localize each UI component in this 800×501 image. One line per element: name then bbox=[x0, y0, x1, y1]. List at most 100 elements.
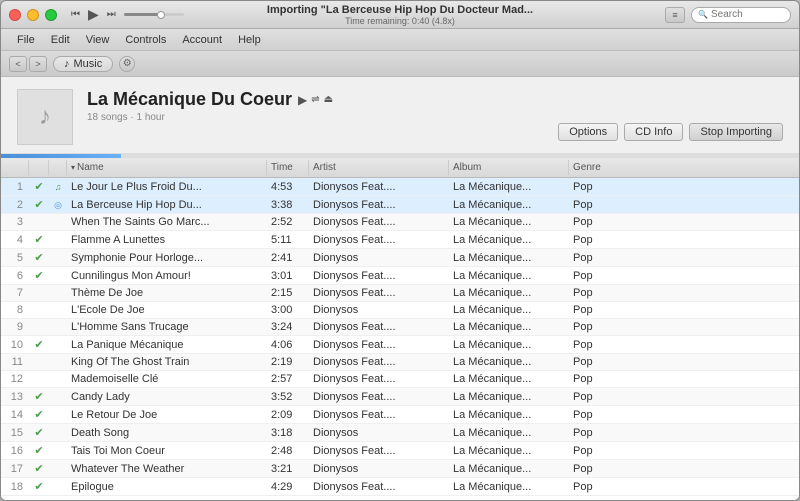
track-genre: Pop bbox=[569, 302, 629, 318]
track-number: 9 bbox=[1, 319, 29, 335]
track-artist: Dionysos Feat.... bbox=[309, 389, 449, 405]
track-name: La Panique Mécanique bbox=[67, 337, 267, 353]
volume-slider[interactable] bbox=[124, 13, 184, 16]
track-album: La Mécanique... bbox=[449, 479, 569, 495]
track-artist: Dionysos Feat.... bbox=[309, 268, 449, 284]
track-list: 1 ✔ ♫ Le Jour Le Plus Froid Du... 4:53 D… bbox=[1, 178, 799, 496]
track-status bbox=[29, 325, 49, 329]
track-artist: Dionysos Feat.... bbox=[309, 319, 449, 335]
table-row[interactable]: 1 ✔ ♫ Le Jour Le Plus Froid Du... 4:53 D… bbox=[1, 178, 799, 196]
table-row[interactable]: 10 ✔ La Panique Mécanique 4:06 Dionysos … bbox=[1, 336, 799, 354]
track-time: 2:57 bbox=[267, 371, 309, 387]
table-row[interactable]: 12 Mademoiselle Clé 2:57 Dionysos Feat..… bbox=[1, 371, 799, 388]
search-input[interactable] bbox=[711, 9, 781, 20]
track-number: 1 bbox=[1, 179, 29, 195]
play-button[interactable]: ▶ bbox=[86, 4, 101, 25]
track-number: 14 bbox=[1, 407, 29, 423]
table-row[interactable]: 15 ✔ Death Song 3:18 Dionysos La Mécaniq… bbox=[1, 424, 799, 442]
table-row[interactable]: 2 ✔ ◎ La Berceuse Hip Hop Du... 3:38 Dio… bbox=[1, 196, 799, 214]
track-time: 2:15 bbox=[267, 285, 309, 301]
table-row[interactable]: 16 ✔ Tais Toi Mon Coeur 2:48 Dionysos Fe… bbox=[1, 442, 799, 460]
menu-view[interactable]: View bbox=[78, 34, 118, 46]
track-artist: Dionysos bbox=[309, 461, 449, 477]
track-time: 2:09 bbox=[267, 407, 309, 423]
col-num bbox=[1, 160, 29, 175]
rewind-button[interactable]: ⏮ bbox=[69, 7, 82, 22]
album-shuffle-button[interactable]: ⇌ bbox=[311, 94, 319, 105]
check-icon: ✔ bbox=[34, 234, 43, 246]
track-table[interactable]: ▾ Name Time Artist Album Genre 1 ✔ ♫ Le … bbox=[1, 158, 799, 500]
track-album: La Mécanique... bbox=[449, 425, 569, 441]
track-genre: Pop bbox=[569, 179, 629, 195]
check-icon: ✔ bbox=[34, 199, 43, 211]
table-row[interactable]: 14 ✔ Le Retour De Joe 2:09 Dionysos Feat… bbox=[1, 406, 799, 424]
back-button[interactable]: < bbox=[9, 56, 27, 72]
search-box[interactable]: 🔍 bbox=[691, 7, 791, 23]
track-import-status bbox=[49, 325, 67, 329]
table-row[interactable]: 3 When The Saints Go Marc... 2:52 Dionys… bbox=[1, 214, 799, 231]
forward-button-nav[interactable]: > bbox=[29, 56, 47, 72]
forward-button[interactable]: ⏭ bbox=[105, 7, 118, 22]
album-header: ♪ La Mécanique Du Coeur ▶ ⇌ ⏏ 18 songs ·… bbox=[1, 77, 799, 154]
wave-icon: ♫ bbox=[55, 182, 62, 192]
menu-help[interactable]: Help bbox=[230, 34, 269, 46]
track-artist: Dionysos Feat.... bbox=[309, 443, 449, 459]
track-import-status bbox=[49, 449, 67, 453]
track-name: When The Saints Go Marc... bbox=[67, 214, 267, 230]
track-status: ✔ bbox=[29, 460, 49, 477]
search-icon: 🔍 bbox=[698, 10, 708, 19]
col-name[interactable]: ▾ Name bbox=[67, 160, 267, 175]
table-row[interactable]: 11 King Of The Ghost Train 2:19 Dionysos… bbox=[1, 354, 799, 371]
menu-controls[interactable]: Controls bbox=[117, 34, 174, 46]
track-artist: Dionysos Feat.... bbox=[309, 197, 449, 213]
track-album: La Mécanique... bbox=[449, 443, 569, 459]
album-play-button[interactable]: ▶ bbox=[298, 93, 307, 107]
track-status: ✔ bbox=[29, 424, 49, 441]
track-time: 2:19 bbox=[267, 354, 309, 370]
col-genre: Genre bbox=[569, 160, 629, 175]
close-button[interactable] bbox=[9, 9, 21, 21]
table-row[interactable]: 9 L'Homme Sans Trucage 3:24 Dionysos Fea… bbox=[1, 319, 799, 336]
breadcrumb[interactable]: ♪ Music bbox=[53, 56, 113, 72]
window-subtitle: Time remaining: 0:40 (4.8x) bbox=[267, 16, 533, 26]
col-status bbox=[29, 160, 49, 175]
settings-icon[interactable]: ⚙ bbox=[119, 56, 135, 72]
table-row[interactable]: 5 ✔ Symphonie Pour Horloge... 2:41 Diony… bbox=[1, 249, 799, 267]
table-row[interactable]: 18 ✔ Epilogue 4:29 Dionysos Feat.... La … bbox=[1, 478, 799, 496]
album-info: La Mécanique Du Coeur ▶ ⇌ ⏏ 18 songs · 1… bbox=[87, 89, 544, 123]
volume-thumb bbox=[157, 11, 165, 19]
options-button[interactable]: Options bbox=[558, 123, 618, 141]
track-import-status: ◎ bbox=[49, 197, 67, 213]
track-status bbox=[29, 308, 49, 312]
track-genre: Pop bbox=[569, 371, 629, 387]
check-icon: ✔ bbox=[34, 409, 43, 421]
check-icon: ✔ bbox=[34, 252, 43, 264]
menu-edit[interactable]: Edit bbox=[43, 34, 78, 46]
menu-file[interactable]: File bbox=[9, 34, 43, 46]
table-row[interactable]: 6 ✔ Cunnilingus Mon Amour! 3:01 Dionysos… bbox=[1, 267, 799, 285]
track-status bbox=[29, 377, 49, 381]
track-artist: Dionysos Feat.... bbox=[309, 337, 449, 353]
col-artist: Artist bbox=[309, 160, 449, 175]
minimize-button[interactable] bbox=[27, 9, 39, 21]
track-time: 2:48 bbox=[267, 443, 309, 459]
menu-account[interactable]: Account bbox=[174, 34, 230, 46]
track-name: Le Jour Le Plus Froid Du... bbox=[67, 179, 267, 195]
track-genre: Pop bbox=[569, 268, 629, 284]
cd-info-button[interactable]: CD Info bbox=[624, 123, 683, 141]
track-status: ✔ bbox=[29, 336, 49, 353]
maximize-button[interactable] bbox=[45, 9, 57, 21]
album-eject-button[interactable]: ⏏ bbox=[324, 94, 333, 105]
list-view-button[interactable]: ≡ bbox=[665, 7, 685, 23]
table-row[interactable]: 8 L'Ecole De Joe 3:00 Dionysos La Mécani… bbox=[1, 302, 799, 319]
table-row[interactable]: 13 ✔ Candy Lady 3:52 Dionysos Feat.... L… bbox=[1, 388, 799, 406]
table-row[interactable]: 17 ✔ Whatever The Weather 3:21 Dionysos … bbox=[1, 460, 799, 478]
track-name: La Berceuse Hip Hop Du... bbox=[67, 197, 267, 213]
track-name: L'Ecole De Joe bbox=[67, 302, 267, 318]
track-name: Cunnilingus Mon Amour! bbox=[67, 268, 267, 284]
track-name: Flamme A Lunettes bbox=[67, 232, 267, 248]
track-album: La Mécanique... bbox=[449, 407, 569, 423]
table-row[interactable]: 7 Thème De Joe 2:15 Dionysos Feat.... La… bbox=[1, 285, 799, 302]
stop-importing-button[interactable]: Stop Importing bbox=[689, 123, 783, 141]
table-row[interactable]: 4 ✔ Flamme A Lunettes 5:11 Dionysos Feat… bbox=[1, 231, 799, 249]
